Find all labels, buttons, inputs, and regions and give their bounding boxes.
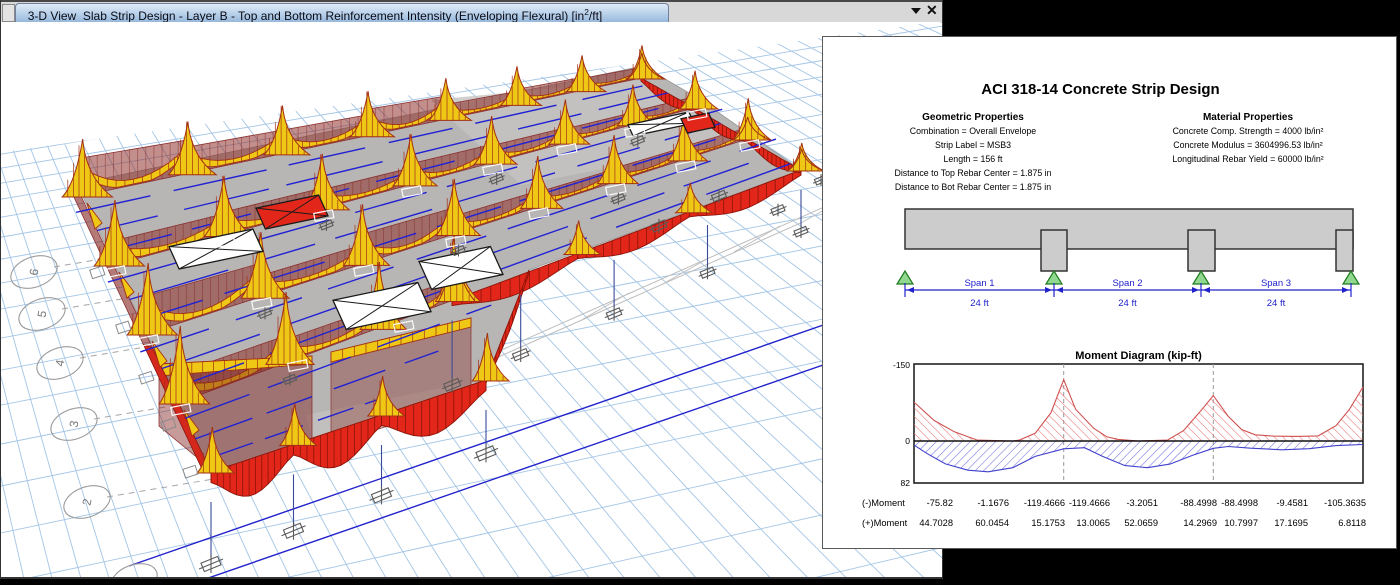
svg-text:Span 2: Span 2: [1112, 278, 1142, 289]
svg-text:44.7028: 44.7028: [919, 518, 953, 528]
svg-text:82: 82: [901, 478, 911, 488]
svg-text:24 ft: 24 ft: [970, 298, 989, 309]
svg-text:-150: -150: [893, 360, 910, 370]
svg-text:0: 0: [905, 436, 910, 446]
svg-text:13.0065: 13.0065: [1076, 518, 1110, 528]
svg-text:14.2969: 14.2969: [1183, 518, 1217, 528]
svg-text:-105.3635: -105.3635: [1324, 498, 1366, 508]
svg-text:Moment Diagram (kip-ft): Moment Diagram (kip-ft): [1075, 350, 1202, 362]
svg-text:(-)Moment: (-)Moment: [862, 498, 905, 508]
svg-text:52.0659: 52.0659: [1124, 518, 1158, 528]
svg-text:-1.1676: -1.1676: [977, 498, 1009, 508]
svg-text:17.1695: 17.1695: [1274, 518, 1308, 528]
svg-text:-75.82: -75.82: [927, 498, 953, 508]
svg-text:Span 1: Span 1: [964, 278, 994, 289]
svg-text:-9.4581: -9.4581: [1276, 498, 1308, 508]
svg-text:-119.4666: -119.4666: [1069, 498, 1110, 508]
svg-text:15.1753: 15.1753: [1031, 518, 1065, 528]
svg-text:-119.4666: -119.4666: [1024, 498, 1065, 508]
svg-text:-3.2051: -3.2051: [1126, 498, 1158, 508]
svg-text:-88.4998: -88.4998: [1221, 498, 1258, 508]
svg-text:24 ft: 24 ft: [1267, 298, 1286, 309]
svg-text:6.8118: 6.8118: [1338, 518, 1366, 528]
svg-text:60.0454: 60.0454: [975, 518, 1009, 528]
svg-text:(+)Moment: (+)Moment: [862, 518, 908, 528]
svg-text:24 ft: 24 ft: [1118, 298, 1137, 309]
svg-text:Span 3: Span 3: [1261, 278, 1291, 289]
svg-text:10.7997: 10.7997: [1224, 518, 1258, 528]
svg-text:-88.4998: -88.4998: [1180, 498, 1217, 508]
